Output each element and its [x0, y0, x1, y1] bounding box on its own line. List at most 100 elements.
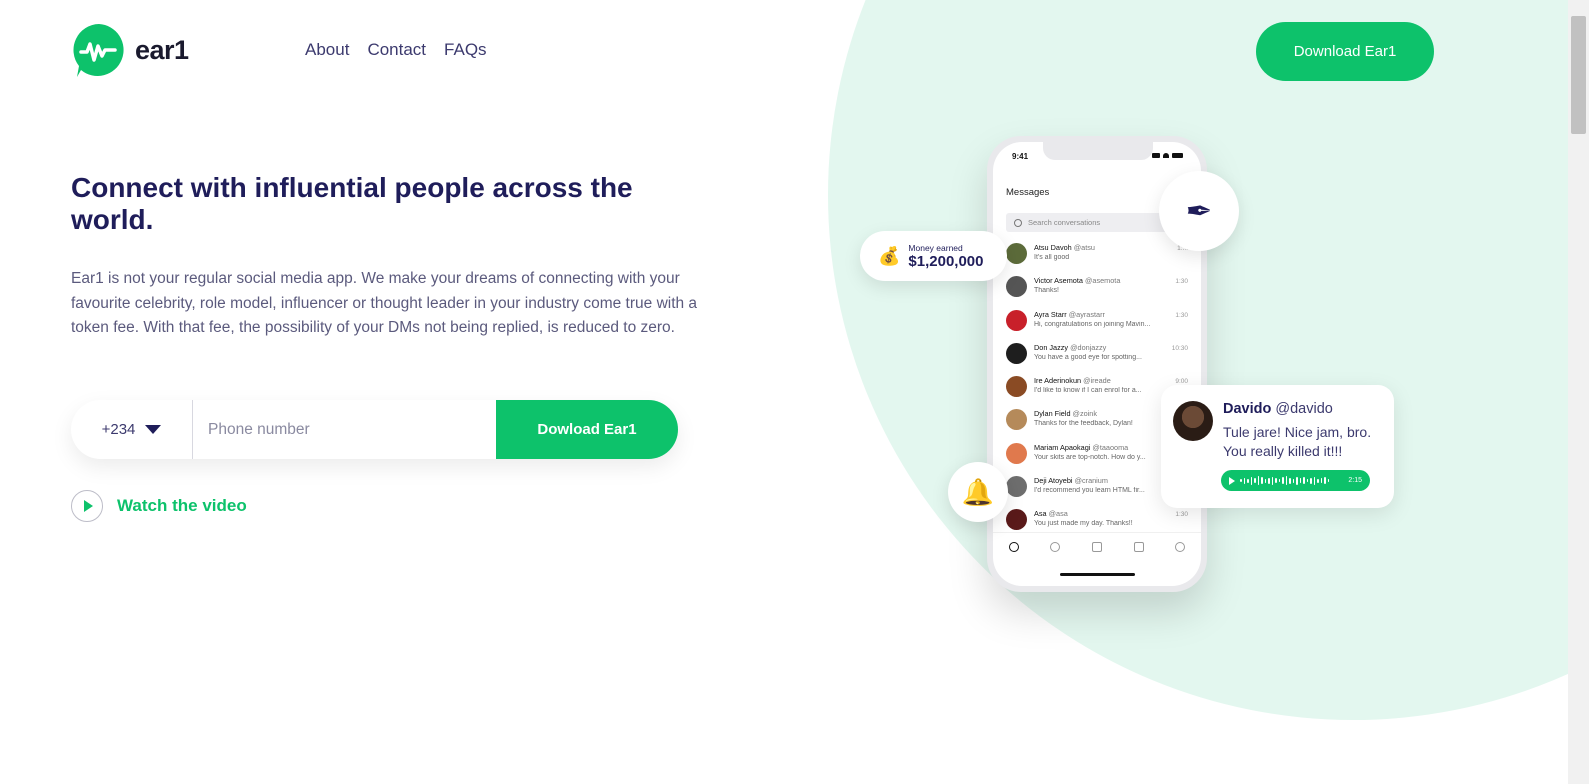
- status-time: 9:41: [1012, 152, 1029, 161]
- conversation-handle: @taaooma: [1092, 442, 1129, 452]
- waveform-bar: [1275, 478, 1277, 483]
- conversation-time: 1:30: [1175, 278, 1188, 286]
- country-code-select[interactable]: +234: [71, 400, 192, 459]
- conversation-handle: @donjazzy: [1070, 342, 1107, 352]
- conversation-row[interactable]: Atsu Davoh @atsu It's all good 1:...: [1006, 239, 1196, 272]
- voice-note-player[interactable]: 2:15: [1221, 470, 1370, 491]
- phone-notch: [1043, 142, 1153, 160]
- conversation-name: Asa: [1034, 509, 1047, 519]
- avatar: [1006, 376, 1027, 398]
- conversation-preview: You just made my day. Thanks!!: [1034, 520, 1133, 528]
- conversation-preview: Hi, congratulations on joining Mavin...: [1034, 320, 1151, 328]
- waveform-bar: [1327, 479, 1329, 482]
- logo-text: ear1: [135, 34, 189, 65]
- conversation-row[interactable]: Victor Asemota @asemota Thanks! 1:30: [1006, 272, 1196, 305]
- signup-form: +234 Dowload Ear1: [71, 400, 678, 459]
- conversation-preview: I'd recommend you learn HTML fir...: [1034, 487, 1145, 495]
- waveform-bar: [1282, 477, 1284, 484]
- waveform-bar: [1299, 478, 1301, 483]
- search-icon: [1014, 218, 1022, 227]
- status-icons: [1152, 153, 1183, 158]
- voice-duration: 2:15: [1348, 477, 1362, 484]
- waveform-bar: [1257, 476, 1259, 485]
- search-placeholder: Search conversations: [1028, 218, 1101, 227]
- conversation-row[interactable]: Don Jazzy @donjazzy You have a good eye …: [1006, 339, 1196, 372]
- conversation-handle: @ireade: [1083, 376, 1111, 386]
- waveform-bar: [1324, 477, 1326, 484]
- play-icon[interactable]: [71, 490, 103, 522]
- nav-faqs-link[interactable]: FAQs: [444, 40, 487, 60]
- battery-icon: [1172, 153, 1183, 158]
- conversation-handle: @atsu: [1073, 243, 1095, 252]
- waveform-icon: [1240, 476, 1343, 485]
- card-name: Davido: [1223, 401, 1272, 417]
- conversation-handle: @ayrastarr: [1068, 309, 1105, 319]
- conversation-name: Ayra Starr: [1034, 309, 1067, 319]
- search-icon[interactable]: [1050, 541, 1061, 552]
- conversation-name: Victor Asemota: [1034, 276, 1083, 286]
- nav-contact-link[interactable]: Contact: [367, 40, 426, 60]
- calendar-icon[interactable]: [1091, 541, 1102, 552]
- page-scrollbar[interactable]: [1568, 0, 1589, 784]
- profile-icon[interactable]: [1175, 541, 1186, 552]
- waveform-bar: [1317, 478, 1319, 483]
- bell-icon: 🔔: [948, 462, 1008, 522]
- waveform-bar: [1303, 477, 1305, 484]
- conversation-handle: @asa: [1048, 509, 1068, 519]
- conversation-preview: Thanks for the feedback, Dylan!: [1034, 420, 1133, 428]
- waveform-bar: [1296, 476, 1298, 485]
- watch-video-link[interactable]: Watch the video: [71, 490, 247, 522]
- waveform-bar: [1264, 478, 1266, 483]
- logo[interactable]: ear1: [71, 22, 189, 78]
- waveform-bar: [1310, 477, 1312, 484]
- form-download-button[interactable]: Dowload Ear1: [496, 400, 678, 459]
- waveform-bar: [1261, 477, 1263, 484]
- money-earned-label: Money earned: [908, 242, 963, 253]
- waveform-bar: [1306, 479, 1308, 482]
- avatar: [1006, 476, 1027, 498]
- caret-down-icon: [145, 425, 162, 434]
- conversation-time: 1:30: [1175, 511, 1188, 519]
- conversation-name: Deji Atoyebi: [1034, 476, 1073, 486]
- conversation-preview: Thanks!: [1034, 287, 1059, 295]
- nav-about-link[interactable]: About: [305, 40, 349, 60]
- main-nav: About Contact FAQs: [305, 40, 487, 60]
- avatar: [1006, 276, 1027, 298]
- waveform-bar: [1268, 477, 1270, 484]
- waveform-bar: [1247, 478, 1249, 483]
- waveform-bar: [1278, 479, 1280, 482]
- conversation-name: Mariam Apaokagi: [1034, 442, 1091, 452]
- mail-icon[interactable]: [1133, 541, 1144, 552]
- conversation-time: 1:30: [1175, 311, 1188, 319]
- avatar: [1006, 342, 1027, 364]
- header-download-button[interactable]: Download Ear1: [1256, 22, 1434, 81]
- waveform-bar: [1285, 476, 1287, 485]
- waveform-bar: [1289, 477, 1291, 484]
- phone-number-input[interactable]: [193, 400, 496, 459]
- scrollbar-thumb[interactable]: [1571, 16, 1586, 134]
- waveform-bar: [1313, 476, 1315, 485]
- conversation-preview: It's all good: [1034, 254, 1070, 261]
- conversation-preview: You have a good eye for spotting...: [1034, 353, 1142, 361]
- waveform-bar: [1240, 479, 1242, 482]
- hero-description: Ear1 is not your regular social media ap…: [71, 270, 698, 337]
- avatar: [1006, 409, 1027, 431]
- conversation-row[interactable]: Ayra Starr @ayrastarr Hi, congratulation…: [1006, 306, 1196, 339]
- avatar: [1173, 401, 1213, 441]
- avatar: [1006, 509, 1027, 531]
- conversation-handle: @asemota: [1084, 276, 1121, 286]
- conversation-name: Ire Aderinokun: [1034, 376, 1082, 386]
- play-icon[interactable]: [1229, 476, 1235, 485]
- card-message: Tule jare! Nice jam, bro. You really kil…: [1223, 424, 1372, 459]
- waveform-bar: [1292, 478, 1294, 483]
- conversation-handle: @zoink: [1072, 409, 1097, 419]
- chat-icon[interactable]: [1008, 541, 1019, 552]
- conversation-name: Dylan Field: [1034, 409, 1071, 419]
- logo-speech-bubble-icon: [71, 22, 127, 78]
- watch-video-label: Watch the video: [117, 496, 247, 515]
- card-handle: @davido: [1275, 401, 1333, 417]
- money-bag-icon: 💰: [878, 245, 901, 266]
- country-code-value: +234: [101, 421, 136, 438]
- waveform-bar: [1271, 476, 1273, 485]
- hero-title: Connect with influential people across t…: [71, 172, 633, 235]
